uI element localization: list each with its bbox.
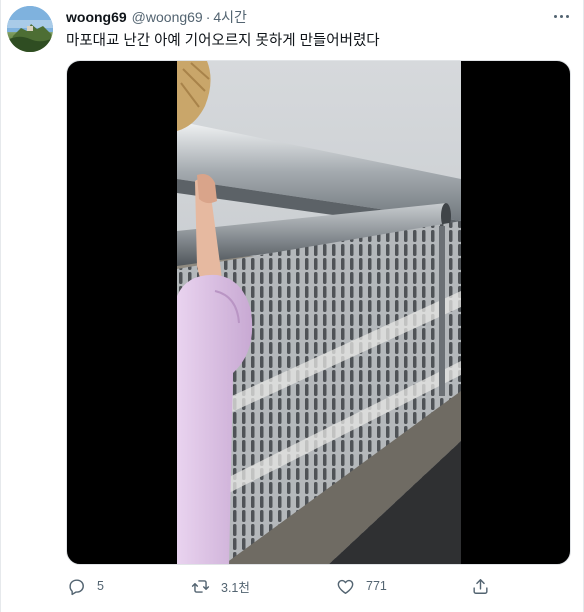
separator-dot: ·	[205, 9, 211, 25]
display-name[interactable]: woong69	[66, 9, 127, 25]
share-upload-icon	[473, 578, 488, 594]
media-video[interactable]	[66, 60, 571, 565]
more-horizontal-icon[interactable]	[549, 8, 573, 24]
timestamp[interactable]: 4시간	[213, 7, 247, 27]
retweet-icon	[191, 579, 210, 593]
tweet-header: woong69 @woong69 · 4시간	[66, 7, 247, 27]
avatar-image	[7, 6, 53, 52]
like-count: 771	[366, 579, 387, 593]
reply-button[interactable]: 5	[67, 575, 104, 597]
video-frame[interactable]	[177, 61, 461, 564]
retweet-count: 3.1천	[221, 580, 250, 595]
reply-count: 5	[97, 579, 104, 593]
avatar[interactable]	[7, 6, 53, 52]
reply-bubble-icon	[69, 578, 84, 595]
like-button[interactable]: 771	[336, 575, 387, 597]
tweet-actions: 5 3.1천 771	[63, 575, 503, 597]
heart-icon	[337, 579, 354, 594]
share-button[interactable]	[471, 575, 490, 597]
video-still-image	[177, 61, 461, 564]
user-handle[interactable]: @woong69	[132, 9, 203, 25]
retweet-button[interactable]: 3.1천	[191, 575, 250, 597]
tweet-card[interactable]: woong69 @woong69 · 4시간 마포대교 난간 아예 기어오르지 …	[0, 0, 584, 612]
tweet-text: 마포대교 난간 아예 기어오르지 못하게 만들어버렸다	[66, 33, 380, 49]
